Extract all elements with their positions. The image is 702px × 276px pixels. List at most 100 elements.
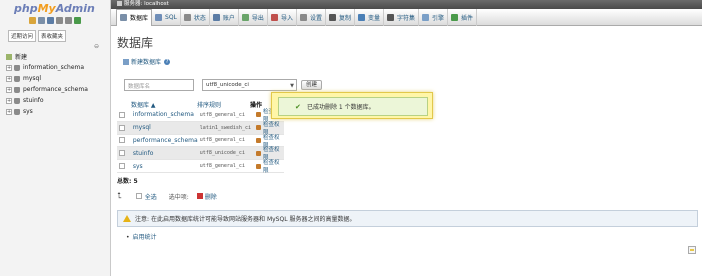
tab-import[interactable]: 导入 [268,8,297,26]
create-database-label: 新建数据库 [131,59,162,66]
gear-icon[interactable] [65,17,72,24]
collation-value: utf8_unicode_ci [206,82,249,88]
tree-item-performance-schema[interactable]: + performance_schema [6,84,88,95]
expand-icon[interactable]: + [6,97,12,104]
tab-plugins[interactable]: 插件 [448,8,478,26]
database-icon [14,97,20,104]
create-database-icon [123,58,129,65]
export-icon [241,13,249,21]
plugins-icon [451,13,459,21]
tab-replication[interactable]: 复制 [326,8,355,26]
console-toggle-icon[interactable] [688,246,696,254]
tab-accounts[interactable]: 账户 [210,8,239,26]
tab-label: 导出 [251,14,264,22]
key-icon [256,125,261,131]
collapse-all-icon[interactable]: ⊖ [94,43,99,50]
key-icon [256,163,261,169]
success-message: ✔ 已成功删除 1 个数据库。 [278,97,428,116]
database-name-link[interactable]: information_schema [133,111,200,118]
select-all-checkbox[interactable] [135,193,142,199]
database-name-link[interactable]: mysql [133,124,200,131]
total-value: 5 [133,178,138,185]
notice-box: 注意: 在此启用数据库统计可能导致网站服务器和 MySQL 服务器之间的高量数据… [117,210,698,227]
tab-label: 插件 [461,14,474,22]
tree-item-sys[interactable]: + sys [6,106,88,117]
replication-icon [328,13,336,21]
tree-item-new[interactable]: 新建 [6,51,88,62]
tree-item-stuinfo[interactable]: + stuinfo [6,95,88,106]
recent-tab[interactable]: 近期访问 [8,30,37,42]
tree-item-label: mysql [23,75,41,82]
key-icon [256,112,261,118]
check-privileges-link[interactable]: 检查权限 [256,158,284,174]
table-row: sys utf8_general_ci 检查权限 [117,158,284,174]
tab-settings[interactable]: 设置 [297,8,326,26]
phpmyadmin-window: phpMyAdmin 近期访问 表收藏夹 ⊖ 新建 + information_… [0,0,702,276]
database-name-link[interactable]: stuinfo [133,150,200,157]
collation-cell: utf8_unicode_ci [199,150,245,157]
reload-icon[interactable] [74,17,81,24]
collation-cell: utf8_general_ci [199,163,245,170]
help-icon[interactable]: ? [164,58,171,65]
docs-icon[interactable] [56,17,63,24]
create-button[interactable]: 创建 [301,80,322,90]
import-icon [270,13,278,21]
tree-item-mysql[interactable]: + mysql [6,73,88,84]
check-icon: ✔ [295,103,301,111]
server-label[interactable]: 服务器: localhost [124,1,169,7]
tree-item-label: sys [23,108,33,115]
database-icon [14,64,20,71]
select-all-link[interactable]: 全选 [145,192,157,201]
tab-database[interactable]: 数据库 [116,8,153,26]
query-window-icon[interactable] [47,17,54,24]
tree-item-information-schema[interactable]: + information_schema [6,62,88,73]
top-menu: 数据库 SQL 状态 账户 导出 导入 设置 复制 变量 字符集 引擎 插件 [111,8,702,26]
sql-icon [155,13,163,21]
variables-icon [357,13,365,21]
expand-icon[interactable]: + [6,86,12,93]
warning-icon [123,215,131,222]
tab-label: 引擎 [432,14,445,22]
delete-link[interactable]: 删除 [205,192,217,201]
logo-php: php [14,2,38,15]
page-title: 数据库 [117,36,154,50]
tab-status[interactable]: 状态 [181,8,210,26]
create-database-link[interactable]: 新建数据库 ? [123,57,171,66]
tab-label: 状态 [193,14,206,22]
collation-cell: utf8_general_ci [199,137,245,144]
row-checkbox[interactable] [119,150,125,157]
navigation-panel: phpMyAdmin 近期访问 表收藏夹 ⊖ 新建 + information_… [0,0,111,276]
logout-icon[interactable] [38,17,45,24]
expand-icon[interactable]: + [6,108,12,115]
row-checkbox[interactable] [119,163,125,170]
database-name-link[interactable]: performance_schema [133,137,200,144]
favorites-tab[interactable]: 表收藏夹 [38,30,67,42]
tab-charsets[interactable]: 字符集 [384,8,420,26]
header-database[interactable]: 数据库 ▲ [117,100,197,109]
tab-export[interactable]: 导出 [239,8,268,26]
expand-icon[interactable]: + [6,75,12,82]
tab-sql[interactable]: SQL [152,8,181,26]
success-text: 已成功删除 1 个数据库。 [307,104,375,111]
expand-icon[interactable]: + [6,64,12,71]
tree-item-label: stuinfo [23,97,44,104]
database-name-link[interactable]: sys [133,163,200,170]
collation-cell: latin1_swedish_ci [199,124,251,131]
home-icon[interactable] [29,17,36,24]
tab-variables[interactable]: 变量 [355,8,384,26]
tab-label: SQL [165,13,177,21]
phpmyadmin-logo[interactable]: phpMyAdmin [14,2,95,15]
engines-icon [422,13,430,21]
tab-engines[interactable]: 引擎 [419,8,449,26]
row-checkbox[interactable] [119,137,125,144]
database-icon [14,108,20,115]
header-collation[interactable]: 排序规则 [197,100,250,109]
success-toast: ✔ 已成功删除 1 个数据库。 [271,92,433,119]
database-name-input[interactable]: 数据库名 [124,79,194,91]
row-checkbox[interactable] [119,111,125,118]
tab-label: 变量 [367,14,380,22]
collation-select[interactable]: utf8_unicode_ci ▼ [202,79,297,91]
enable-statistics-link[interactable]: 启用统计 [126,232,157,241]
database-table: 数据库 ▲ 排序规则 操作 information_schema utf8_gen… [117,100,284,174]
row-checkbox[interactable] [119,124,125,131]
